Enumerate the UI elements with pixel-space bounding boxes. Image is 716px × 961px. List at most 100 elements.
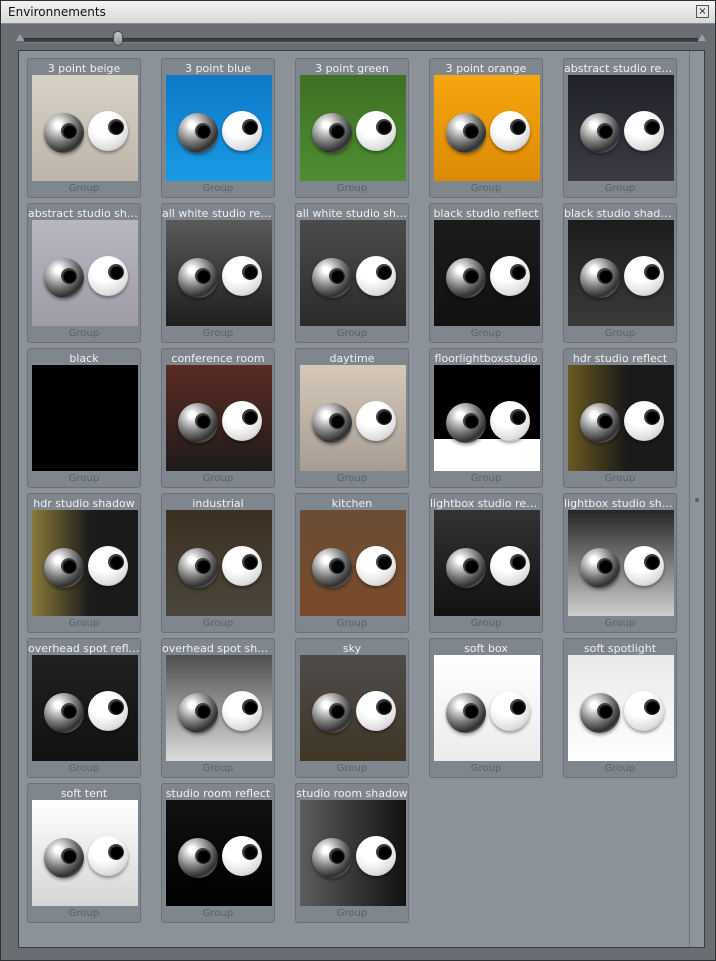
environment-item[interactable]: daytime Group (295, 348, 409, 488)
environment-item-type: Group (336, 908, 368, 919)
white-sphere-icon (222, 546, 262, 586)
environment-item[interactable]: 3 point blue Group (161, 58, 275, 198)
environment-item[interactable]: lightbox studio shad... Group (563, 493, 677, 633)
environment-item[interactable]: soft spotlight Group (563, 638, 677, 778)
white-sphere-icon (624, 401, 664, 441)
environment-item[interactable]: 3 point orange Group (429, 58, 543, 198)
sphere-hole (463, 413, 479, 429)
environment-item-label: soft tent (60, 787, 108, 800)
slider-track[interactable] (24, 38, 698, 43)
environment-thumbnail (166, 800, 272, 906)
environment-item-type: Group (68, 908, 100, 919)
environment-item-label: lightbox studio shad... (564, 497, 676, 510)
white-sphere-icon (490, 546, 530, 586)
environment-item-type: Group (604, 618, 636, 629)
environment-item-label: all white studio shad... (296, 207, 408, 220)
environment-item-label: daytime (329, 352, 375, 365)
chrome-sphere-icon (446, 693, 486, 733)
environment-thumbnail (434, 75, 540, 181)
vertical-scrollbar[interactable] (689, 51, 704, 947)
environment-item[interactable]: kitchen Group (295, 493, 409, 633)
environment-item[interactable]: floorlightboxstudio Group (429, 348, 543, 488)
environment-item[interactable]: all white studio shad... Group (295, 203, 409, 343)
sphere-hole (195, 123, 211, 139)
title-bar[interactable]: Environnements × (1, 1, 715, 24)
sphere-hole (376, 119, 392, 135)
sphere-hole (597, 123, 613, 139)
sphere-hole (195, 558, 211, 574)
environment-item[interactable]: black Group (27, 348, 141, 488)
environment-item[interactable]: black studio reflect Group (429, 203, 543, 343)
environment-item-label: lightbox studio reflect (430, 497, 542, 510)
environment-grid: 3 point beige Group 3 point blue Group 3 poi… (18, 50, 705, 948)
environment-item-type: Group (336, 183, 368, 194)
sphere-hole (329, 558, 345, 574)
environment-item-label: 3 point orange (445, 62, 527, 75)
environment-item-type: Group (68, 328, 100, 339)
environment-item[interactable]: overhead spot reflect Group (27, 638, 141, 778)
environment-thumbnail (568, 365, 674, 471)
environment-item[interactable]: sky Group (295, 638, 409, 778)
white-sphere-icon (88, 546, 128, 586)
sphere-hole (510, 409, 526, 425)
sphere-hole (597, 703, 613, 719)
environment-item-label: soft box (464, 642, 508, 655)
environment-thumbnail (568, 510, 674, 616)
thumbnail-size-slider[interactable] (16, 31, 706, 47)
environment-item[interactable]: industrial Group (161, 493, 275, 633)
environment-item-label: hdr studio reflect (572, 352, 668, 365)
white-sphere-icon (356, 691, 396, 731)
white-sphere-icon (490, 691, 530, 731)
environment-item[interactable]: studio room shadow Group (295, 783, 409, 923)
slider-thumb[interactable] (113, 31, 124, 46)
environment-item-label: floorlightboxstudio (434, 352, 538, 365)
environment-thumbnail (300, 655, 406, 761)
white-sphere-icon (624, 111, 664, 151)
environment-item-label: kitchen (331, 497, 373, 510)
environment-item-label: hdr studio shadow (33, 497, 135, 510)
environment-item-label: conference room (171, 352, 265, 365)
window-title: Environnements (8, 5, 106, 19)
white-sphere-icon (222, 111, 262, 151)
environment-item[interactable]: all white studio reflect Group (161, 203, 275, 343)
environment-item[interactable]: soft tent Group (27, 783, 141, 923)
white-sphere-icon (222, 401, 262, 441)
environment-thumbnail (434, 220, 540, 326)
environment-item[interactable]: studio room reflect Group (161, 783, 275, 923)
sphere-hole (61, 558, 77, 574)
sphere-hole (510, 264, 526, 280)
chrome-sphere-icon (44, 258, 84, 298)
chrome-sphere-icon (312, 258, 352, 298)
environment-item-type: Group (202, 183, 234, 194)
environment-item-type: Group (202, 328, 234, 339)
sphere-hole (463, 558, 479, 574)
environment-item-type: Group (604, 763, 636, 774)
environment-item[interactable]: lightbox studio reflect Group (429, 493, 543, 633)
environment-item[interactable]: hdr studio reflect Group (563, 348, 677, 488)
environment-item[interactable]: overhead spot shad... Group (161, 638, 275, 778)
white-sphere-icon (624, 691, 664, 731)
environment-thumbnail (568, 75, 674, 181)
environment-item[interactable]: black studio shadow Group (563, 203, 677, 343)
environment-item[interactable]: abstract studio reflect Group (563, 58, 677, 198)
chrome-sphere-icon (178, 548, 218, 588)
sphere-hole (644, 699, 660, 715)
environment-item[interactable]: 3 point beige Group (27, 58, 141, 198)
close-icon[interactable]: × (696, 5, 709, 18)
environment-item-label: sky (342, 642, 362, 655)
sphere-hole (644, 409, 660, 425)
sphere-hole (195, 268, 211, 284)
environment-item-type: Group (470, 618, 502, 629)
environment-item[interactable]: 3 point green Group (295, 58, 409, 198)
scroll-grip-icon (695, 498, 699, 502)
chrome-sphere-icon (44, 548, 84, 588)
white-sphere-icon (88, 836, 128, 876)
white-sphere-icon (624, 546, 664, 586)
environment-thumbnail (32, 800, 138, 906)
environment-item[interactable]: abstract studio sha ... Group (27, 203, 141, 343)
sphere-hole (242, 699, 258, 715)
environment-item[interactable]: hdr studio shadow Group (27, 493, 141, 633)
environment-thumbnail (166, 365, 272, 471)
environment-item[interactable]: conference room Group (161, 348, 275, 488)
environment-item[interactable]: soft box Group (429, 638, 543, 778)
